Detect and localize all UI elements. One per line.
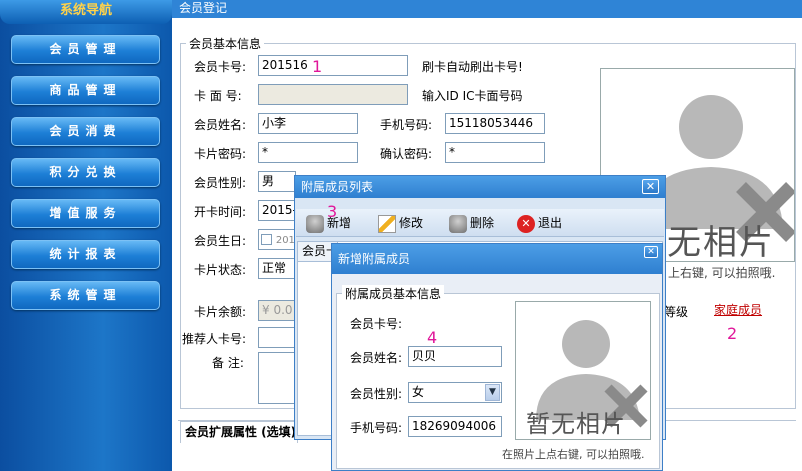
no-photo-text: 无相片 <box>667 223 775 262</box>
checkbox-icon[interactable] <box>261 234 272 245</box>
sub-phone-label: 手机号码: <box>350 421 403 435</box>
card-no-hint: 刷卡自动刷出卡号! <box>422 60 523 74</box>
sub-photo-hint: 在照片上点右键, 可以拍照哦. <box>502 448 645 461</box>
sub-gender-select[interactable]: 女 ▼ <box>408 382 502 403</box>
exit-button[interactable]: ✕ 退出 <box>517 212 562 234</box>
open-time-input[interactable]: 2015- <box>258 200 296 221</box>
confirm-password-input[interactable]: * <box>445 142 545 163</box>
sub-gender-value: 女 <box>412 385 425 399</box>
nav-value-added-button[interactable]: 增值服务 <box>11 199 160 228</box>
delete-button[interactable]: 删除 <box>449 212 494 234</box>
confirm-password-label: 确认密码: <box>380 147 433 161</box>
nav-points-exchange-button[interactable]: 积分兑换 <box>11 158 160 187</box>
family-members-link[interactable]: 家庭成员 <box>714 301 762 318</box>
nav-reports-button[interactable]: 统计报表 <box>11 240 160 269</box>
member-list-toolbar: 新增 修改 删除 ✕ 退出 <box>296 209 664 237</box>
nav-member-management-button[interactable]: 会员管理 <box>11 35 160 64</box>
sub-no-photo-text: 暂无相片 <box>526 410 626 438</box>
open-time-label: 开卡时间: <box>194 205 247 219</box>
nav-member-consumption-button[interactable]: 会员消费 <box>11 117 160 146</box>
sub-photo-box[interactable]: 暂无相片 <box>515 301 651 440</box>
edit-button[interactable]: 修改 <box>378 212 423 234</box>
sub-gender-label: 会员性别: <box>350 387 403 401</box>
referrer-label: 推荐人卡号: <box>182 332 247 346</box>
nav-system-management-button[interactable]: 系统管理 <box>11 281 160 310</box>
close-icon[interactable]: ✕ <box>644 246 658 258</box>
sidebar-title: 系统导航 <box>0 0 172 24</box>
chevron-down-icon[interactable]: ▼ <box>485 384 500 401</box>
member-name-label: 会员姓名: <box>194 118 247 132</box>
card-password-input[interactable]: * <box>258 142 358 163</box>
exit-button-label: 退出 <box>538 216 563 230</box>
nav-product-management-button[interactable]: 商品管理 <box>11 76 160 105</box>
member-list-title: 附属成员列表 <box>295 176 665 198</box>
annotation-3: 3 <box>327 202 338 221</box>
add-member-dialog: 新增附属成员 ✕ 附属成员基本信息 会员卡号: 会员姓名: 贝贝 4 会员性别:… <box>331 243 663 471</box>
sub-phone-input[interactable]: 18269094006 <box>408 416 502 437</box>
card-status-label: 卡片状态: <box>194 263 247 277</box>
photo-hint: 上右键, 可以拍照哦. <box>668 266 776 280</box>
delete-button-label: 删除 <box>470 216 495 230</box>
delete-db-icon <box>449 214 467 233</box>
birthday-label: 会员生日: <box>194 234 247 248</box>
card-no-input[interactable]: 201516 <box>258 55 408 76</box>
card-face-hint: 输入ID IC卡面号码 <box>422 89 523 103</box>
birthday-input[interactable]: 201 <box>258 229 296 250</box>
balance-input: ¥ 0.0 <box>258 300 296 321</box>
edit-pencil-icon <box>378 214 396 233</box>
add-member-title: 新增附属成员 <box>332 244 662 274</box>
sub-name-label: 会员姓名: <box>350 351 403 365</box>
remark-label: 备 注: <box>212 356 244 370</box>
card-face-input[interactable] <box>258 84 408 105</box>
gender-label: 会员性别: <box>194 176 247 190</box>
close-icon[interactable]: ✕ <box>642 179 659 194</box>
member-name-input[interactable]: 小李 <box>258 113 358 134</box>
sub-card-label: 会员卡号: <box>350 317 403 331</box>
referrer-input[interactable] <box>258 327 296 348</box>
annotation-1: 1 <box>312 57 323 76</box>
birthday-value: 201 <box>275 235 295 246</box>
card-status-select[interactable]: 正常 <box>258 258 296 279</box>
sidebar-nav <box>0 0 172 471</box>
exit-x-icon: ✕ <box>517 214 535 233</box>
annotation-2: 2 <box>727 324 738 343</box>
card-face-label: 卡 面 号: <box>194 89 242 103</box>
annotation-4: 4 <box>427 328 438 347</box>
gender-select[interactable]: 男 <box>258 171 296 192</box>
remark-textarea[interactable] <box>258 352 296 404</box>
edit-button-label: 修改 <box>399 216 424 230</box>
basic-info-group-label: 会员基本信息 <box>186 35 265 52</box>
card-no-label: 会员卡号: <box>194 60 247 74</box>
add-member-group-label: 附属成员基本信息 <box>342 285 445 302</box>
phone-input[interactable]: 15118053446 <box>445 113 545 134</box>
sub-name-input[interactable]: 贝贝 <box>408 346 502 367</box>
window-title: 会员登记 <box>172 0 802 18</box>
balance-label: 卡片余额: <box>194 305 247 319</box>
phone-label: 手机号码: <box>380 118 433 132</box>
tab-ext-attributes[interactable]: 会员扩展属性 (选填) <box>180 421 298 443</box>
card-password-label: 卡片密码: <box>194 147 247 161</box>
add-db-icon <box>306 214 324 233</box>
level-label: 等级 <box>664 305 689 319</box>
